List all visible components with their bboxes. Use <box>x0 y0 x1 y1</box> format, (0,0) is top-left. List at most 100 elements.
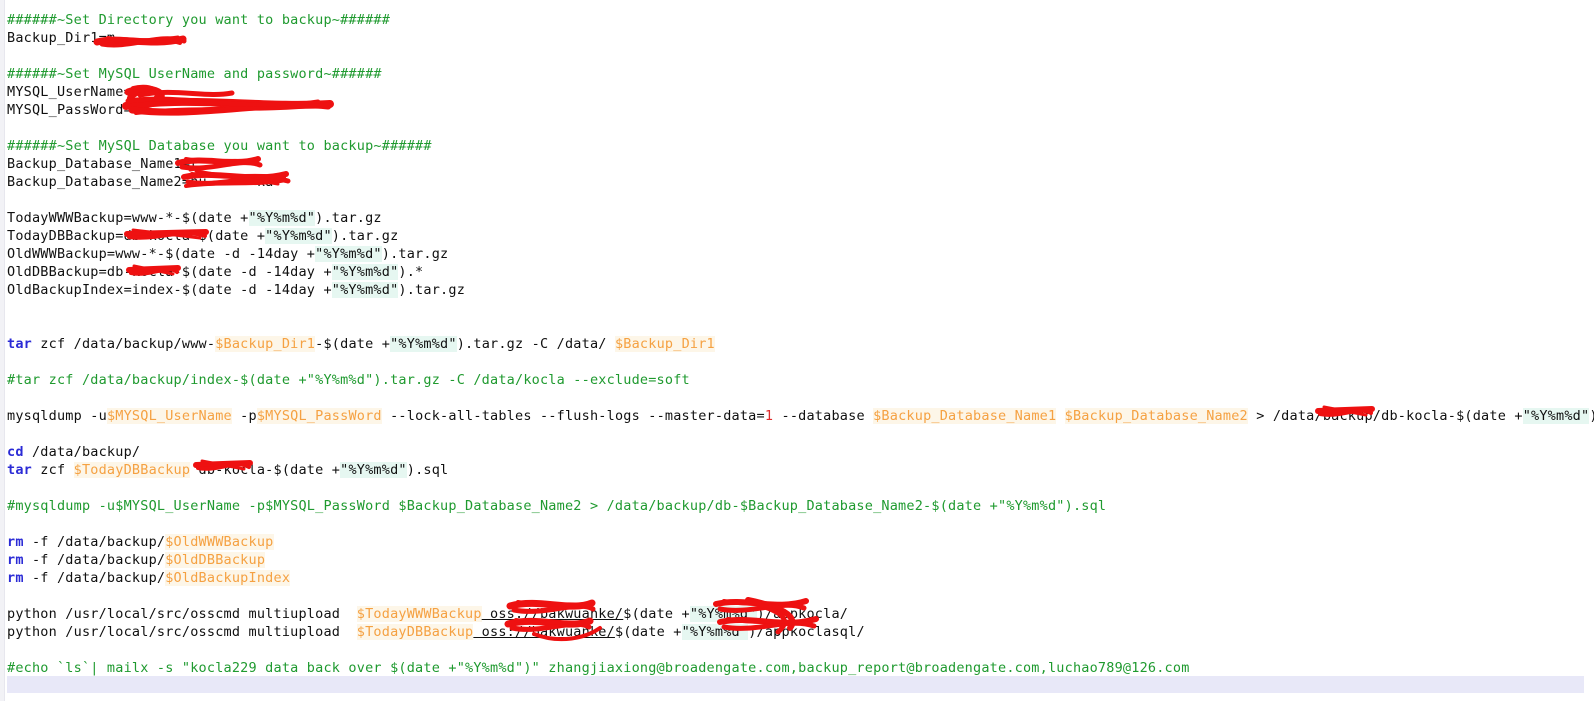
code-line[interactable] <box>7 119 1591 137</box>
code-line[interactable] <box>7 515 1591 533</box>
code-token: ka <box>206 174 274 190</box>
code-line[interactable]: OldBackupIndex=index-$(date -d -14day +"… <box>7 281 1591 299</box>
code-token: db-kocla-$(date + <box>190 462 341 478</box>
code-token: $TodayWWWBackup <box>356 606 482 622</box>
code-token: $OldWWWBackup <box>165 534 274 550</box>
code-token: )/appkoclasql/ <box>748 624 865 640</box>
code-token: $Backup_Dir1 <box>215 336 316 352</box>
code-line[interactable]: rm -f /data/backup/$OldDBBackup <box>7 551 1591 569</box>
code-line[interactable]: tar zcf $TodayDBBackup db-kocla-$(date +… <box>7 461 1591 479</box>
code-line[interactable] <box>7 191 1591 209</box>
code-line[interactable]: cd /data/backup/ <box>7 443 1591 461</box>
code-line[interactable] <box>7 425 1591 443</box>
code-token: mysqldump -u <box>7 408 107 424</box>
code-token: "%Y%m%d" <box>265 228 332 244</box>
code-token: $(date + <box>623 606 690 622</box>
code-token: OldBackupIndex=index-$(date -d -14day + <box>7 282 332 298</box>
code-token: #mysqldump -u$MYSQL_UserName -p$MYSQL_Pa… <box>7 498 1107 514</box>
code-token: cd <box>7 444 24 460</box>
code-viewer[interactable]: ######~Set Directory you want to backup~… <box>0 0 1594 701</box>
code-line[interactable]: OldWWWBackup=www-*-$(date -d -14day +"%Y… <box>7 245 1591 263</box>
code-token: /data/backup/ <box>23 444 141 460</box>
code-line[interactable]: Backup_Database_Name1=r <box>7 155 1591 173</box>
code-lines[interactable]: ######~Set Directory you want to backup~… <box>7 11 1594 695</box>
code-line[interactable]: python /usr/local/src/osscmd multiupload… <box>7 605 1591 623</box>
code-line[interactable] <box>7 587 1591 605</box>
code-token: #echo `ls`| mailx -s "kocla229 data back… <box>7 660 1190 676</box>
code-line[interactable]: TodayDBBackup=db-kocla-$(date +"%Y%m%d")… <box>7 227 1591 245</box>
code-token: ######~Set MySQL Database you want to ba… <box>7 138 432 154</box>
code-line[interactable]: Backup_Database_Name2=nu ka <box>7 173 1591 191</box>
code-token: "%Y%m%d" <box>390 336 457 352</box>
code-line[interactable] <box>7 389 1591 407</box>
code-token: $MYSQL_UserName <box>106 408 232 424</box>
code-token: MYSQL_UserName= <box>7 84 132 100</box>
code-line[interactable] <box>7 317 1591 335</box>
code-line[interactable] <box>7 479 1591 497</box>
code-line[interactable]: mysqldump -u$MYSQL_UserName -p$MYSQL_Pas… <box>7 407 1594 425</box>
code-token: "%Y%m%d" <box>248 210 316 226</box>
code-token: -f /data/backup/ <box>23 570 166 586</box>
code-line[interactable]: MYSQL_UserName= <box>7 83 1591 101</box>
code-line[interactable]: tar zcf /data/backup/www-$Backup_Dir1-$(… <box>7 335 1591 353</box>
code-line[interactable]: Backup_Dir1=m <box>7 29 1591 47</box>
code-token: )/appkocla/ <box>756 606 849 622</box>
code-line[interactable]: ######~Set MySQL UserName and password~#… <box>7 65 1591 83</box>
code-token: --lock-all-tables --flush-logs --master-… <box>381 408 765 424</box>
code-token: -f /data/backup/ <box>23 552 166 568</box>
code-line[interactable] <box>7 353 1591 371</box>
code-token: #tar zcf /data/backup/index-$(date +"%Y%… <box>7 372 690 388</box>
code-token: rm <box>7 534 24 550</box>
code-line[interactable]: OldDBBackup=db-kocla-$(date -d -14day +"… <box>7 263 1591 281</box>
code-token: --database <box>773 408 874 424</box>
code-line[interactable]: rm -f /data/backup/$OldBackupIndex <box>7 569 1591 587</box>
code-token: $TodayDBBackup <box>73 462 191 478</box>
code-line[interactable]: python /usr/local/src/osscmd multiupload… <box>7 623 1591 641</box>
code-line[interactable]: #echo `ls`| mailx -s "kocla229 data back… <box>7 659 1591 677</box>
code-token: oss://bakwuanke/ <box>473 624 615 640</box>
code-token: "%Y%m%d" <box>681 624 749 640</box>
code-token: ######~Set MySQL UserName and password~#… <box>7 66 382 82</box>
code-token: "%Y%m%d" <box>1522 408 1590 424</box>
code-token: "%Y%m%d" <box>331 282 399 298</box>
code-token: $OldBackupIndex <box>165 570 291 586</box>
code-token: -p <box>231 408 257 424</box>
code-line[interactable]: #tar zcf /data/backup/index-$(date +"%Y%… <box>7 371 1591 389</box>
code-line[interactable]: MYSQL_PassWord= <box>7 101 1591 119</box>
code-token: ######~Set Directory you want to backup~… <box>7 12 391 28</box>
code-token: zcf /data/backup/www- <box>31 336 216 352</box>
line-gutter <box>0 0 5 701</box>
code-token: ).tar.gz <box>315 210 382 226</box>
code-line[interactable]: ######~Set Directory you want to backup~… <box>7 11 1591 29</box>
code-token: Backup_Database_Name2=nu <box>7 174 207 190</box>
code-token: > /data/backup/db-kocla-$(date + <box>1247 408 1523 424</box>
code-token: $Backup_Database_Name1 <box>873 408 1057 424</box>
code-line[interactable]: TodayWWWBackup=www-*-$(date +"%Y%m%d").t… <box>7 209 1591 227</box>
code-token: OldDBBackup=db-kocla-$(date -d -14day + <box>7 264 332 280</box>
code-line[interactable] <box>7 47 1591 65</box>
code-token: rm <box>7 570 24 586</box>
code-line[interactable]: rm -f /data/backup/$OldWWWBackup <box>7 533 1591 551</box>
code-token: ).tar.gz -C /data/ <box>456 336 615 352</box>
code-line[interactable] <box>7 299 1591 317</box>
code-token: Backup_Database_Name1=r <box>7 156 199 172</box>
code-token: oss://bakwuanke/ <box>481 606 624 622</box>
code-line[interactable]: #mysqldump -u$MYSQL_UserName -p$MYSQL_Pa… <box>7 497 1591 515</box>
code-line[interactable]: ######~Set MySQL Database you want to ba… <box>7 137 1591 155</box>
code-token: $TodayDBBackup <box>356 624 474 640</box>
code-token: ).sql <box>1589 408 1594 424</box>
code-token: zcf <box>31 462 74 478</box>
code-line[interactable] <box>7 641 1591 659</box>
